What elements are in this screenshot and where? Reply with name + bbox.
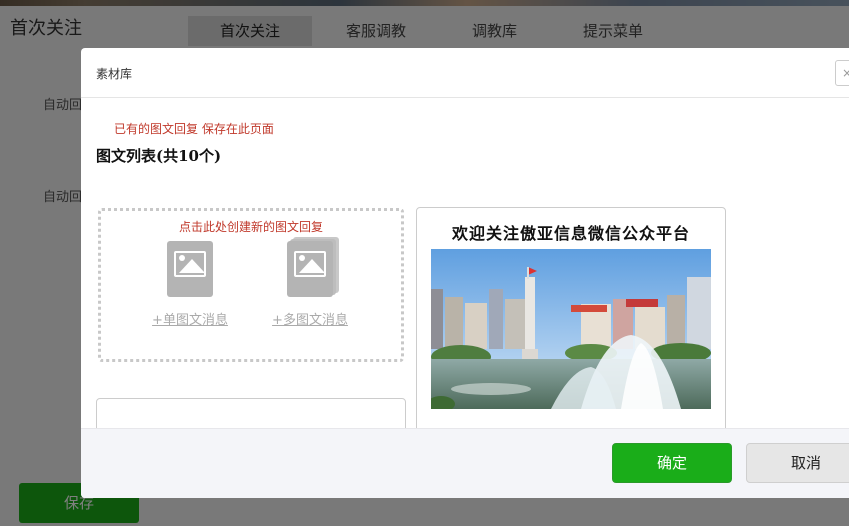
saved-hint: 已有的图文回复 保存在此页面 bbox=[114, 122, 274, 136]
material-library-dialog: 素材库 × 已有的图文回复 保存在此页面 图文列表(共10个) 点击此处创建新的… bbox=[81, 48, 849, 498]
multi-image-icon bbox=[287, 237, 339, 297]
single-image-icon bbox=[167, 241, 213, 297]
dialog-header: 素材库 × bbox=[81, 48, 849, 98]
dialog-title: 素材库 bbox=[96, 67, 133, 81]
dialog-footer: 确定 取消 bbox=[81, 428, 849, 498]
news-item-card[interactable]: 欢迎关注傲亚信息微信公众平台 bbox=[416, 207, 726, 428]
create-news-box[interactable]: 点击此处创建新的图文回复 +单图文消息 +多图文消息 bbox=[98, 208, 404, 362]
news-cover-image bbox=[431, 249, 711, 409]
news-list-title: 图文列表(共10个) bbox=[96, 147, 222, 165]
dialog-body: 已有的图文回复 保存在此页面 图文列表(共10个) 点击此处创建新的图文回复 +… bbox=[81, 98, 849, 428]
multi-news-link[interactable]: +多图文消息 bbox=[265, 309, 355, 328]
single-news-option[interactable]: +单图文消息 bbox=[145, 241, 235, 328]
close-icon[interactable]: × bbox=[835, 60, 849, 86]
news-title: 欢迎关注傲亚信息微信公众平台 bbox=[451, 224, 690, 243]
multi-news-option[interactable]: +多图文消息 bbox=[265, 237, 355, 328]
news-item-card-2[interactable] bbox=[96, 398, 406, 428]
single-news-link[interactable]: +单图文消息 bbox=[145, 309, 235, 328]
cancel-button[interactable]: 取消 bbox=[746, 443, 849, 483]
confirm-button[interactable]: 确定 bbox=[612, 443, 732, 483]
create-hint: 点击此处创建新的图文回复 bbox=[178, 220, 323, 234]
